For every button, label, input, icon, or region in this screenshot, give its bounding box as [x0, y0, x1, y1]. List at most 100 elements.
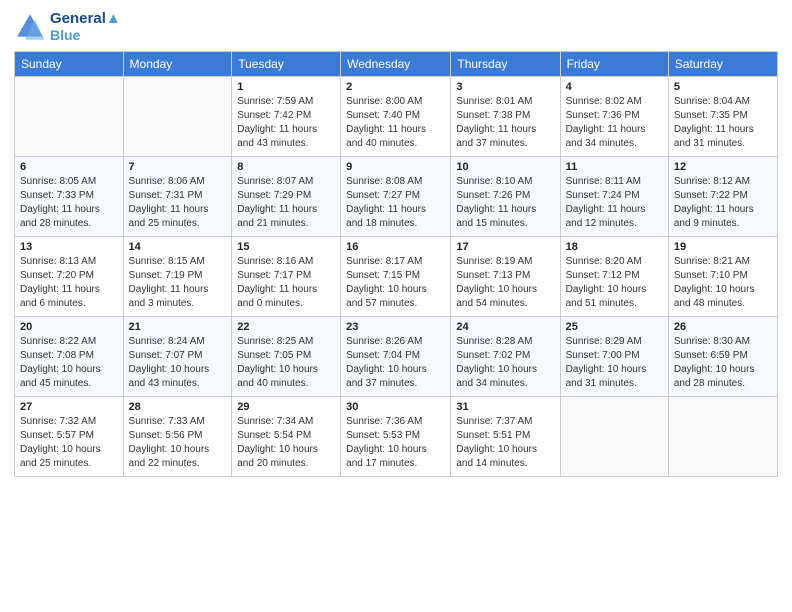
day-detail: Sunrise: 8:08 AMSunset: 7:27 PMDaylight:… [346, 175, 445, 231]
daylight-text: Daylight: 10 hours and 54 minutes. [456, 284, 537, 309]
sunset-text: Sunset: 7:15 PM [346, 270, 420, 281]
day-detail: Sunrise: 7:33 AMSunset: 5:56 PMDaylight:… [129, 415, 227, 471]
sunset-text: Sunset: 7:12 PM [566, 270, 640, 281]
day-number: 28 [129, 401, 227, 413]
day-number: 4 [566, 81, 663, 93]
daylight-text: Daylight: 10 hours and 40 minutes. [237, 364, 318, 389]
sunrise-text: Sunrise: 8:06 AM [129, 176, 205, 187]
daylight-text: Daylight: 11 hours and 31 minutes. [674, 124, 754, 149]
logo-text: General▲ Blue [50, 10, 121, 43]
daylight-text: Daylight: 10 hours and 51 minutes. [566, 284, 647, 309]
day-header-sunday: Sunday [15, 52, 124, 77]
day-number: 27 [20, 401, 118, 413]
day-detail: Sunrise: 8:04 AM Sunset: 7:35 PM Daylight:… [674, 95, 772, 151]
calendar-cell [123, 77, 232, 157]
calendar-cell: 21 Sunrise: 8:24 AMSunset: 7:07 PMDayligh… [123, 317, 232, 397]
day-detail: Sunrise: 8:11 AMSunset: 7:24 PMDaylight:… [566, 175, 663, 231]
calendar-cell: 17Sunrise: 8:19 AMSunset: 7:13 PMDayligh… [451, 237, 560, 317]
calendar-cell: 23Sunrise: 8:26 AMSunset: 7:04 PMDayligh… [341, 317, 451, 397]
sunrise-text: Sunrise: 8:26 AM [346, 336, 422, 347]
day-detail: Sunrise: 7:32 AMSunset: 5:57 PMDaylight:… [20, 415, 118, 471]
sunrise-text: Sunrise: 8:30 AM [674, 336, 750, 347]
sunrise-text: Sunrise: 8:20 AM [566, 256, 642, 267]
sunrise-text: Sunrise: 8:13 AM [20, 256, 96, 267]
calendar-cell: 28 Sunrise: 7:33 AMSunset: 5:56 PMDayligh… [123, 397, 232, 477]
calendar-table: SundayMondayTuesdayWednesdayThursdayFrid… [14, 51, 778, 477]
daylight-text: Daylight: 11 hours and 40 minutes. [346, 124, 426, 149]
daylight-text: Daylight: 10 hours and 45 minutes. [20, 364, 101, 389]
calendar-cell: 9Sunrise: 8:08 AMSunset: 7:27 PMDaylight… [341, 157, 451, 237]
sunset-text: Sunset: 5:51 PM [456, 430, 530, 441]
calendar-cell: 7Sunrise: 8:06 AMSunset: 7:31 PMDaylight… [123, 157, 232, 237]
sunset-text: Sunset: 7:02 PM [456, 350, 530, 361]
calendar-week-5: 27 Sunrise: 7:32 AMSunset: 5:57 PMDayligh… [15, 397, 778, 477]
logo: General▲ Blue [14, 10, 121, 43]
day-detail: Sunrise: 8:02 AMSunset: 7:36 PMDaylight:… [566, 95, 663, 151]
daylight-text: Daylight: 10 hours and 14 minutes. [456, 444, 537, 469]
day-detail: Sunrise: 8:12 AMSunset: 7:22 PMDaylight:… [674, 175, 772, 231]
daylight-text: Daylight: 10 hours and 22 minutes. [129, 444, 210, 469]
sunrise-text: Sunrise: 8:01 AM [456, 96, 532, 107]
daylight-text: Daylight: 11 hours and 21 minutes. [237, 204, 317, 229]
day-detail: Sunrise: 8:28 AMSunset: 7:02 PMDaylight:… [456, 335, 554, 391]
day-detail: Sunrise: 8:05 AMSunset: 7:33 PMDaylight:… [20, 175, 118, 231]
calendar-week-4: 20Sunrise: 8:22 AMSunset: 7:08 PMDayligh… [15, 317, 778, 397]
sunset-text: Sunset: 6:59 PM [674, 350, 748, 361]
sunrise-text: Sunrise: 7:59 AM [237, 96, 313, 107]
day-number: 22 [237, 321, 335, 333]
day-number: 15 [237, 241, 335, 253]
sunset-text: Sunset: 7:26 PM [456, 190, 530, 201]
sunset-text: Sunset: 7:08 PM [20, 350, 94, 361]
day-number: 30 [346, 401, 445, 413]
calendar-cell: 11Sunrise: 8:11 AMSunset: 7:24 PMDayligh… [560, 157, 668, 237]
calendar-cell: 22 Sunrise: 8:25 AMSunset: 7:05 PMDayligh… [232, 317, 341, 397]
sunrise-text: Sunrise: 8:24 AM [129, 336, 205, 347]
sunset-text: Sunset: 7:17 PM [237, 270, 311, 281]
calendar-cell: 5Sunrise: 8:04 AMSunset: 7:35 PMDaylight… [668, 77, 777, 157]
calendar-cell: 24Sunrise: 8:28 AMSunset: 7:02 PMDayligh… [451, 317, 560, 397]
calendar-cell: 30Sunrise: 7:36 AMSunset: 5:53 PMDayligh… [341, 397, 451, 477]
day-number: 2 [346, 81, 445, 93]
daylight-text: Daylight: 10 hours and 28 minutes. [674, 364, 755, 389]
sunset-text: Sunset: 7:35 PM [674, 110, 748, 121]
calendar-cell: 12Sunrise: 8:12 AMSunset: 7:22 PMDayligh… [668, 157, 777, 237]
calendar-cell: 13Sunrise: 8:13 AMSunset: 7:20 PMDayligh… [15, 237, 124, 317]
calendar-cell: 19Sunrise: 8:21 AMSunset: 7:10 PMDayligh… [668, 237, 777, 317]
sunset-text: Sunset: 7:10 PM [674, 270, 748, 281]
daylight-text: Daylight: 11 hours and 15 minutes. [456, 204, 536, 229]
day-header-saturday: Saturday [668, 52, 777, 77]
day-number: 21 [129, 321, 227, 333]
calendar-cell: 25Sunrise: 8:29 AMSunset: 7:00 PMDayligh… [560, 317, 668, 397]
day-detail: Sunrise: 8:19 AMSunset: 7:13 PMDaylight:… [456, 255, 554, 311]
day-number: 1 [237, 81, 335, 93]
calendar-cell: 1Sunrise: 7:59 AMSunset: 7:42 PMDaylight… [232, 77, 341, 157]
sunset-text: Sunset: 7:00 PM [566, 350, 640, 361]
daylight-text: Daylight: 11 hours and 3 minutes. [129, 284, 209, 309]
calendar-cell: 14Sunrise: 8:15 AMSunset: 7:19 PMDayligh… [123, 237, 232, 317]
calendar-cell: 29Sunrise: 7:34 AMSunset: 5:54 PMDayligh… [232, 397, 341, 477]
day-number: 20 [20, 321, 118, 333]
day-detail: Sunrise: 8:15 AMSunset: 7:19 PMDaylight:… [129, 255, 227, 311]
sunrise-text: Sunrise: 8:00 AM [346, 96, 422, 107]
day-detail: Sunrise: 8:21 AMSunset: 7:10 PMDaylight:… [674, 255, 772, 311]
calendar-cell: 6Sunrise: 8:05 AMSunset: 7:33 PMDaylight… [15, 157, 124, 237]
day-header-monday: Monday [123, 52, 232, 77]
day-header-wednesday: Wednesday [341, 52, 451, 77]
sunrise-text: Sunrise: 8:19 AM [456, 256, 532, 267]
calendar-header-row: SundayMondayTuesdayWednesdayThursdayFrid… [15, 52, 778, 77]
sunrise-text: Sunrise: 8:16 AM [237, 256, 313, 267]
calendar-cell: 8Sunrise: 8:07 AMSunset: 7:29 PMDaylight… [232, 157, 341, 237]
daylight-text: Daylight: 10 hours and 20 minutes. [237, 444, 318, 469]
day-detail: Sunrise: 8:24 AMSunset: 7:07 PMDaylight:… [129, 335, 227, 391]
day-header-tuesday: Tuesday [232, 52, 341, 77]
day-header-thursday: Thursday [451, 52, 560, 77]
day-detail: Sunrise: 8:30 AM Sunset: 6:59 PM Daylight:… [674, 335, 772, 391]
day-number: 23 [346, 321, 445, 333]
sunset-text: Sunset: 7:04 PM [346, 350, 420, 361]
day-detail: Sunrise: 8:25 AMSunset: 7:05 PMDaylight:… [237, 335, 335, 391]
sunrise-text: Sunrise: 8:07 AM [237, 176, 313, 187]
calendar-cell [668, 397, 777, 477]
sunrise-text: Sunrise: 8:04 AM [674, 96, 750, 107]
day-detail: Sunrise: 8:20 AM Sunset: 7:12 PM Daylight:… [566, 255, 663, 311]
calendar-week-1: 1Sunrise: 7:59 AMSunset: 7:42 PMDaylight… [15, 77, 778, 157]
